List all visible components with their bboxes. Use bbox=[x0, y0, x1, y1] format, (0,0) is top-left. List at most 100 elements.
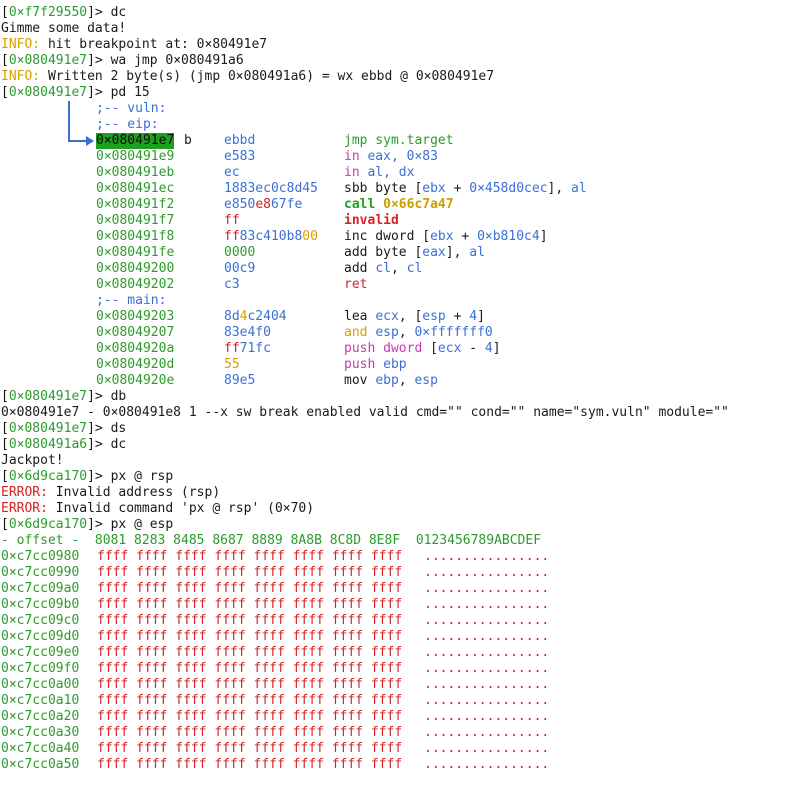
hexdump-ascii: ................ bbox=[424, 613, 550, 628]
prompt-symbol: ]> bbox=[87, 421, 111, 436]
opcode-bytes: ec bbox=[224, 165, 240, 181]
instruction-token: 0×66c7a47 bbox=[383, 197, 454, 212]
hexdump-offset: 0×c7cc09c0 bbox=[1, 613, 80, 628]
prompt-symbol: ]> bbox=[87, 5, 111, 20]
opcode-byte-group: e583 bbox=[224, 149, 256, 164]
hexdump-row: 0×c7cc0a20 ffff ffff ffff ffff ffff ffff … bbox=[0, 709, 800, 725]
hexdump-offset: 0×c7cc09a0 bbox=[1, 581, 80, 596]
jump-arrow-line bbox=[68, 101, 70, 141]
instruction-address: 0×080491f8 bbox=[96, 229, 175, 244]
hexdump-values: ffff ffff ffff ffff ffff ffff ffff ffff bbox=[97, 693, 403, 708]
flag-comment: ;-- main: bbox=[96, 293, 167, 308]
instruction-address: 0×080491eb bbox=[96, 165, 175, 180]
prompt-symbol: ]> bbox=[87, 389, 111, 404]
instruction-address: 0×0804920e bbox=[96, 373, 175, 388]
instruction-text: in al, dx bbox=[344, 165, 414, 181]
info-message: hit breakpoint at: 0×80491e7 bbox=[40, 37, 268, 52]
opcode-byte-group: e850 bbox=[224, 197, 256, 212]
prompt-address: 0×080491e7 bbox=[8, 53, 88, 68]
hexdump-row: 0×c7cc09d0 ffff ffff ffff ffff ffff ffff … bbox=[0, 629, 800, 645]
instruction-token: , dx bbox=[383, 165, 415, 180]
prompt-bracket: [ bbox=[1, 469, 9, 484]
opcode-byte-group: 00c9 bbox=[224, 261, 256, 276]
instruction-token: sbb byte [ bbox=[344, 181, 423, 196]
hexdump-values: ffff ffff ffff ffff ffff ffff ffff ffff bbox=[97, 629, 403, 644]
prompt-address: 0×6d9ca170 bbox=[8, 517, 88, 532]
opcode-byte-group: ec bbox=[224, 165, 240, 180]
opcode-byte-group: 89e5 bbox=[224, 373, 256, 388]
output-text: Gimme some data! bbox=[1, 21, 127, 36]
error-line: ERROR: Invalid command 'px @ rsp' (0×70) bbox=[1, 501, 801, 517]
command-text: db bbox=[110, 389, 127, 404]
instruction-token: invalid bbox=[344, 213, 399, 228]
disasm-row: 0×080491f7 ff invalid bbox=[0, 213, 800, 229]
instruction-token: , [ bbox=[398, 309, 423, 324]
instruction-address: 0×080491f7 bbox=[96, 213, 175, 228]
disasm-row: 0×08049203 8d4c2404 lea ecx, [esp + 4] bbox=[0, 309, 800, 325]
opcode-bytes: e583 bbox=[224, 149, 255, 165]
disasm-row: 0×080491f8 ff83c410b800 inc dword [ebx + 0… bbox=[0, 229, 800, 245]
instruction-token: , bbox=[398, 373, 415, 388]
instruction-token: + bbox=[445, 181, 470, 196]
instruction-address: 0×0804920d bbox=[96, 357, 175, 372]
opcode-bytes: 8d4c2404 bbox=[224, 309, 287, 325]
hexdump-values: ffff ffff ffff ffff ffff ffff ffff ffff bbox=[97, 597, 403, 612]
opcode-byte-group: ebbd bbox=[224, 133, 256, 148]
instruction-text: add byte [eax], al bbox=[344, 245, 485, 261]
hexdump-values: ffff ffff ffff ffff ffff ffff ffff ffff bbox=[97, 709, 403, 724]
prompt-line: [0×6d9ca170]> px @ esp bbox=[1, 517, 801, 533]
instruction-text: in eax, 0×83 bbox=[344, 149, 438, 165]
opcode-byte-group: c2404 bbox=[247, 309, 287, 324]
prompt-symbol: ]> bbox=[87, 85, 111, 100]
instruction-token: cl bbox=[406, 261, 423, 276]
opcode-bytes: ff71fc bbox=[224, 341, 271, 357]
instruction-token: + bbox=[445, 309, 470, 324]
instruction-token: 4 bbox=[484, 341, 493, 356]
disasm-comment: ;-- eip: bbox=[0, 117, 800, 133]
instruction-address: 0×08049200 bbox=[96, 261, 175, 276]
hexdump-offset: 0×c7cc09b0 bbox=[1, 597, 80, 612]
instruction-token: ecx bbox=[437, 341, 462, 356]
instruction-text: push dword [ecx - 4] bbox=[344, 341, 501, 357]
output-line: Gimme some data! bbox=[1, 21, 801, 37]
hexdump-header: - offset - 8081 8283 8485 8687 8889 8A8B… bbox=[1, 533, 801, 549]
flag-comment: ;-- eip: bbox=[96, 117, 159, 132]
opcode-byte-group: 55 bbox=[224, 357, 240, 372]
instruction-token: , bbox=[390, 261, 407, 276]
instruction-address: 0×080491ec bbox=[96, 181, 175, 196]
prompt-address: 0×080491e7 bbox=[8, 85, 88, 100]
prompt-address: 0×080491e7 bbox=[8, 421, 88, 436]
instruction-token: 4 bbox=[469, 309, 478, 324]
hexdump-values: ffff ffff ffff ffff ffff ffff ffff ffff bbox=[97, 741, 403, 756]
instruction-address: 0×080491e7 bbox=[96, 133, 175, 149]
opcode-byte-group: ff bbox=[224, 229, 240, 244]
hexdump-ascii: ................ bbox=[424, 565, 550, 580]
output-text: Jackpot! bbox=[1, 453, 64, 468]
prompt-bracket: [ bbox=[1, 517, 9, 532]
hexdump-row: 0×c7cc09e0 ffff ffff ffff ffff ffff ffff … bbox=[0, 645, 800, 661]
opcode-byte-group: e8 bbox=[255, 197, 271, 212]
disasm-comment: ;-- main: bbox=[0, 293, 800, 309]
hexdump-row: 0×c7cc0a40 ffff ffff ffff ffff ffff ffff … bbox=[0, 741, 800, 757]
instruction-address: 0×08049202 bbox=[96, 277, 175, 292]
hexdump-ascii: ................ bbox=[424, 661, 550, 676]
instruction-token: in bbox=[344, 149, 368, 164]
prompt-bracket: [ bbox=[1, 53, 9, 68]
disasm-row: 0×080491fe 0000 add byte [eax], al bbox=[0, 245, 800, 261]
output-line: 0×080491e7 - 0×080491e8 1 --x sw break e… bbox=[1, 405, 801, 421]
instruction-text: call 0×66c7a47 bbox=[344, 197, 454, 213]
instruction-token: push dword bbox=[344, 341, 431, 356]
prompt-bracket: [ bbox=[1, 389, 9, 404]
hexdump-ascii: ................ bbox=[424, 549, 550, 564]
opcode-byte-group: ff bbox=[224, 341, 240, 356]
instruction-token: ] bbox=[539, 229, 548, 244]
instruction-token: al bbox=[367, 165, 384, 180]
terminal-window[interactable]: [0×f7f29550]> dc Gimme some data! INFO: hi… bbox=[0, 0, 806, 790]
instruction-token: [ bbox=[430, 341, 438, 356]
hexdump-ascii: ................ bbox=[424, 741, 550, 756]
disasm-row: 0×08049202 c3 ret bbox=[0, 277, 800, 293]
prompt-line: [0×6d9ca170]> px @ rsp bbox=[1, 469, 801, 485]
prompt-line: [0×080491a6]> dc bbox=[1, 437, 801, 453]
prompt-bracket: [ bbox=[1, 421, 9, 436]
hexdump-row: 0×c7cc0a00 ffff ffff ffff ffff ffff ffff … bbox=[0, 677, 800, 693]
